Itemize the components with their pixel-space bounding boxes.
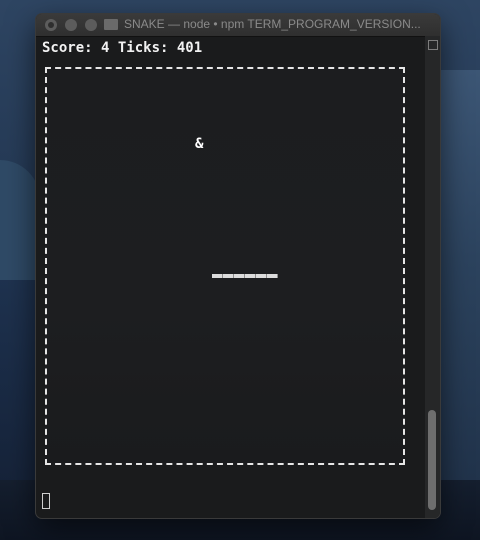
title-bar[interactable]: SNAKE — node • npm TERM_PROGRAM_VERSION.… [36, 14, 440, 37]
wallpaper-rock-left [0, 160, 40, 280]
folder-icon [104, 19, 118, 30]
terminal-window: SNAKE — node • npm TERM_PROGRAM_VERSION.… [36, 14, 440, 518]
scroll-menu-icon[interactable] [428, 40, 438, 50]
terminal-cursor [42, 493, 50, 509]
scroll-thumb[interactable] [428, 410, 436, 510]
scrollbar[interactable] [425, 36, 440, 518]
game-board: & [45, 67, 405, 465]
window-title: SNAKE — node • npm TERM_PROGRAM_VERSION.… [124, 17, 421, 31]
minimize-icon[interactable] [65, 19, 77, 31]
close-icon[interactable] [45, 19, 57, 31]
snake-body [212, 274, 278, 278]
food-item: & [195, 136, 204, 152]
wallpaper-rock-right [436, 70, 480, 540]
maximize-icon[interactable] [85, 19, 97, 31]
score-ticks-line: Score: 4 Ticks: 401 [42, 40, 203, 56]
